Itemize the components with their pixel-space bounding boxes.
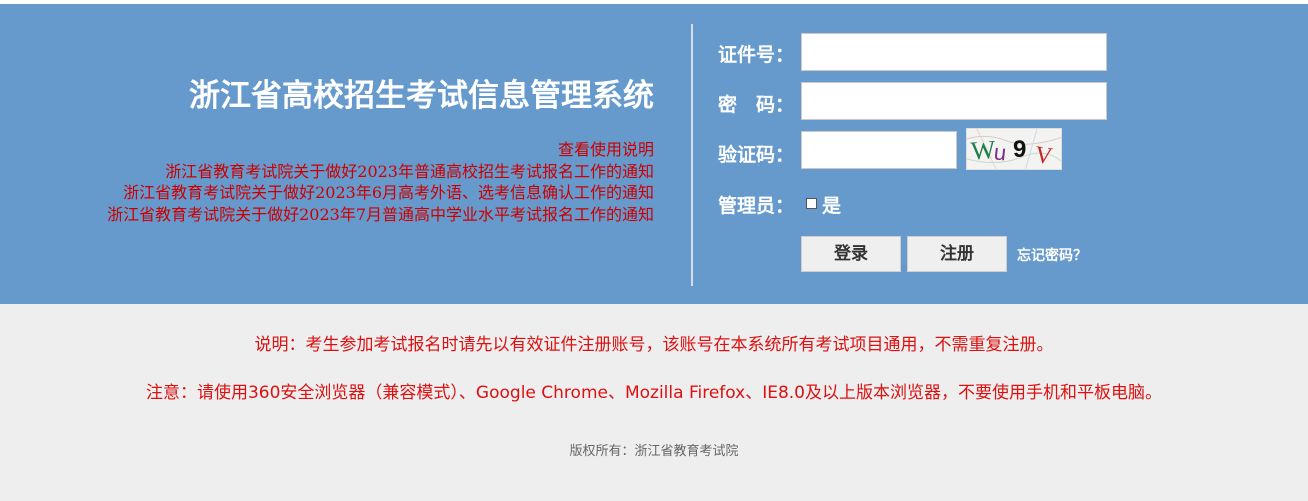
password-label: 密 码： bbox=[718, 94, 795, 116]
captcha-label: 验证码： bbox=[718, 144, 795, 166]
vertical-divider bbox=[691, 24, 693, 286]
captcha-input[interactable] bbox=[801, 131, 957, 169]
attention-note: 注意：请使用360安全浏览器（兼容模式）、Google Chrome、Mozil… bbox=[145, 383, 1162, 403]
register-button[interactable]: 注册 bbox=[907, 236, 1007, 272]
system-title: 浙江省高校招生考试信息管理系统 bbox=[189, 78, 654, 114]
password-input[interactable] bbox=[801, 82, 1107, 120]
captcha-char-3: 9 bbox=[1013, 136, 1026, 163]
id-number-input[interactable] bbox=[801, 33, 1107, 71]
admin-checkbox[interactable] bbox=[806, 198, 817, 209]
id-number-label: 证件号： bbox=[718, 44, 795, 66]
link-notice-college-registration[interactable]: 浙江省教育考试院关于做好2023年普通高校招生考试报名工作的通知 bbox=[107, 161, 654, 183]
captcha-char-4: V bbox=[1033, 142, 1054, 170]
captcha-char-2: u bbox=[993, 139, 1008, 165]
admin-label: 管理员： bbox=[718, 195, 795, 217]
header-banner: 浙江省高校招生考试信息管理系统 查看使用说明 浙江省教育考试院关于做好2023年… bbox=[0, 4, 1308, 304]
login-button[interactable]: 登录 bbox=[801, 236, 901, 272]
notice-links: 查看使用说明 浙江省教育考试院关于做好2023年普通高校招生考试报名工作的通知 … bbox=[107, 139, 654, 225]
forgot-password-link[interactable]: 忘记密码？ bbox=[1017, 245, 1087, 265]
link-notice-proficiency-test-registration[interactable]: 浙江省教育考试院关于做好2023年7月普通高中学业水平考试报名工作的通知 bbox=[107, 204, 654, 226]
admin-option-label: 是 bbox=[822, 195, 842, 217]
link-usage-guide[interactable]: 查看使用说明 bbox=[107, 139, 654, 161]
captcha-image[interactable]: W u 9 V bbox=[966, 128, 1062, 170]
explanation-note: 说明：考生参加考试报名时请先以有效证件注册账号，该账号在本系统所有考试项目通用，… bbox=[254, 335, 1054, 355]
copyright-footer: 版权所有：浙江省教育考试院 bbox=[569, 444, 739, 459]
link-notice-foreign-language-confirmation[interactable]: 浙江省教育考试院关于做好2023年6月高考外语、选考信息确认工作的通知 bbox=[107, 182, 654, 204]
